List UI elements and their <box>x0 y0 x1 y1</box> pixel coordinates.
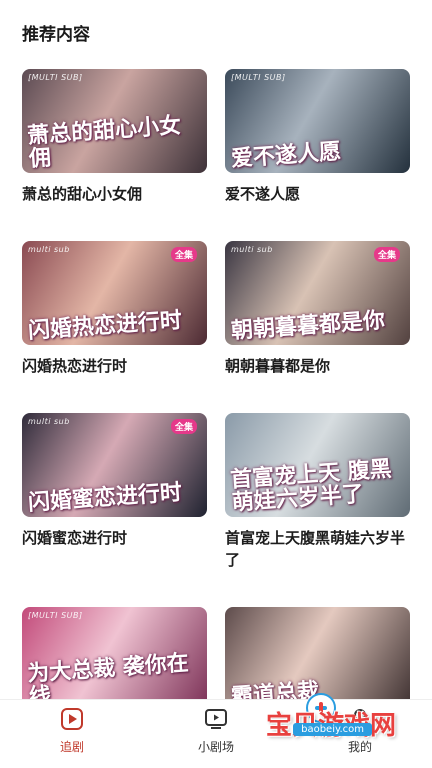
multi-sub-tag: multi sub <box>231 245 273 254</box>
video-screen-icon <box>205 709 227 729</box>
drama-thumbnail[interactable]: multi sub 全集闪婚热恋进行时 <box>22 241 207 345</box>
nav-tab-label: 追剧 <box>59 740 84 754</box>
section-title: 推荐内容 <box>22 25 90 45</box>
drama-card[interactable]: [MULTI SUB] 爱不遂人愿 爱不遂人愿 <box>225 69 410 205</box>
drama-card[interactable]: multi sub 全集闪婚热恋进行时 闪婚热恋进行时 <box>22 241 207 377</box>
drama-title[interactable]: 闪婚蜜恋进行时 <box>22 527 207 549</box>
multi-sub-tag: [MULTI SUB] <box>28 611 83 620</box>
drama-card[interactable]: multi sub 全集闪婚蜜恋进行时 闪婚蜜恋进行时 <box>22 413 207 549</box>
drama-thumbnail[interactable]: [MULTI SUB] 萧总的甜心小女佣 <box>22 69 207 173</box>
thumbnail-title: 爱不遂人愿 <box>230 138 342 172</box>
drama-card[interactable]: 首富宠上天 腹黑萌娃六岁半了 首富宠上天腹黑萌娃六岁半了 <box>225 413 410 571</box>
thumbnail-title: 朝朝暮暮都是你 <box>230 307 386 344</box>
nav-tab-drama[interactable]: 追剧 <box>22 706 122 755</box>
full-episodes-badge: 全集 <box>170 247 197 262</box>
multi-sub-tag: [MULTI SUB] <box>231 73 286 82</box>
multi-sub-tag: multi sub <box>28 245 70 254</box>
drama-title[interactable]: 首富宠上天腹黑萌娃六岁半了 <box>225 527 410 571</box>
thumbnail-title: 首富宠上天 腹黑萌娃六岁半了 <box>229 455 393 516</box>
drama-thumbnail[interactable]: multi sub 全集朝朝暮暮都是你 <box>225 241 410 345</box>
multi-sub-tag: [MULTI SUB] <box>28 73 83 82</box>
drama-card[interactable]: multi sub 全集朝朝暮暮都是你 朝朝暮暮都是你 <box>225 241 410 377</box>
nav-tab-label: 我的 <box>347 740 372 754</box>
drama-title[interactable]: 闪婚热恋进行时 <box>22 355 207 377</box>
thumbnail-title: 闪婚蜜恋进行时 <box>27 479 183 516</box>
multi-sub-tag: multi sub <box>28 417 70 426</box>
drama-title[interactable]: 萧总的甜心小女佣 <box>22 183 207 205</box>
gamepad-icon <box>306 693 336 723</box>
drama-thumbnail[interactable]: 首富宠上天 腹黑萌娃六岁半了 <box>225 413 410 517</box>
drama-card[interactable]: [MULTI SUB] 萧总的甜心小女佣 萧总的甜心小女佣 <box>22 69 207 205</box>
thumbnail-title: 萧总的甜心小女佣 <box>26 112 182 172</box>
full-episodes-badge: 全集 <box>373 247 400 262</box>
drama-thumbnail[interactable]: [MULTI SUB] 爱不遂人愿 <box>225 69 410 173</box>
watermark-url: baobeiy.com <box>293 723 372 736</box>
play-circle-icon <box>61 708 83 730</box>
nav-tab-label: 小剧场 <box>197 740 234 754</box>
drama-title[interactable]: 朝朝暮暮都是你 <box>225 355 410 377</box>
nav-tab-theater[interactable]: 小剧场 <box>166 706 266 755</box>
drama-thumbnail[interactable]: multi sub 全集闪婚蜜恋进行时 <box>22 413 207 517</box>
thumbnail-title: 闪婚热恋进行时 <box>27 307 183 344</box>
drama-title[interactable]: 爱不遂人愿 <box>225 183 410 205</box>
full-episodes-badge: 全集 <box>170 419 197 434</box>
drama-card[interactable]: [MULTI SUB] 为大总裁 袭你在线 <box>22 607 207 711</box>
drama-thumbnail[interactable]: [MULTI SUB] 为大总裁 袭你在线 <box>22 607 207 711</box>
